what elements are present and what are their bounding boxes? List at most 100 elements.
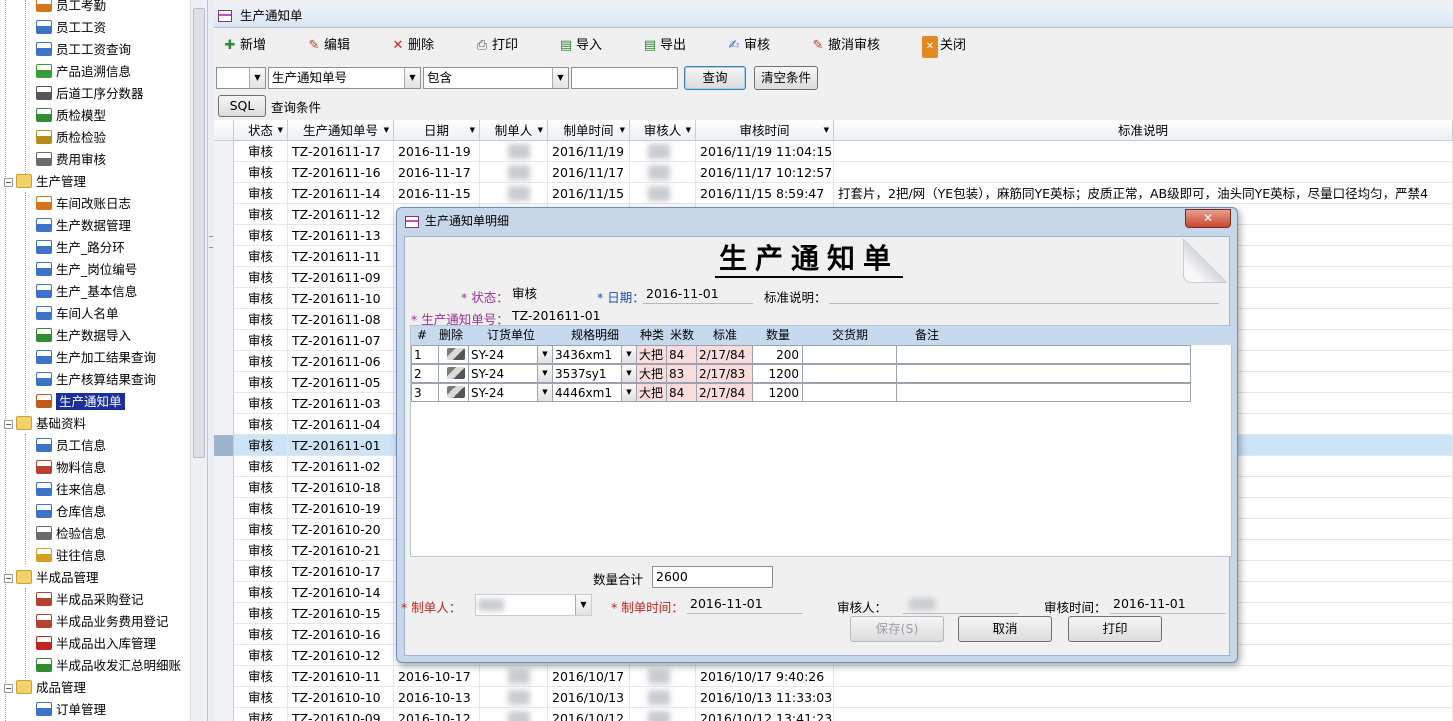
save-button[interactable]: 保存(S) — [850, 616, 944, 642]
chevron-down-icon[interactable]: ▼ — [621, 384, 636, 401]
dialog-print-button[interactable]: 打印 — [1068, 616, 1162, 642]
row-selector[interactable] — [214, 351, 234, 372]
detail-cell-kind[interactable]: 大把 — [637, 383, 667, 402]
cell-date[interactable]: 2016-11-15 — [394, 183, 480, 204]
tree-item[interactable]: 半成品出入库管理 — [36, 633, 156, 655]
row-selector[interactable] — [214, 162, 234, 183]
cell-status[interactable]: 审核 — [234, 204, 288, 225]
cell-status[interactable]: 审核 — [234, 582, 288, 603]
edit-button[interactable]: ✎ 编辑 — [306, 35, 350, 57]
row-selector[interactable] — [214, 330, 234, 351]
cell-auditor[interactable] — [630, 162, 696, 183]
cell-make-time[interactable]: 2016/10/12 — [548, 708, 630, 721]
audit-time-field[interactable]: 2016-11-01 — [1110, 594, 1226, 614]
cell-status[interactable]: 审核 — [234, 393, 288, 414]
print-button[interactable]: ⎙ 打印 — [474, 35, 518, 57]
row-selector[interactable] — [214, 309, 234, 330]
table-row[interactable]: 审核 TZ-201610-09 2016-10-12 2016/10/12 2016/1… — [214, 708, 1453, 721]
filter-value-input[interactable] — [571, 67, 678, 89]
detail-cell-idx[interactable]: 3 — [411, 383, 439, 402]
cell-note[interactable] — [834, 666, 1453, 687]
detail-cell-kind[interactable]: 大把 — [637, 345, 667, 364]
collapse-icon[interactable]: − — [4, 178, 13, 187]
tree-item[interactable]: − 半成品管理 — [4, 567, 99, 589]
cell-status[interactable]: 审核 — [234, 372, 288, 393]
tree-item[interactable]: 生产数据导入 — [36, 325, 131, 347]
cell-no[interactable]: TZ-201611-12 — [288, 204, 394, 225]
row-selector[interactable] — [214, 372, 234, 393]
column-header-maker[interactable]: 制单人 ▼ — [480, 120, 548, 141]
row-selector[interactable] — [214, 603, 234, 624]
cell-maker[interactable] — [480, 141, 548, 162]
cell-audit-time[interactable]: 2016/11/17 10:12:57 — [696, 162, 834, 183]
cell-status[interactable]: 审核 — [234, 183, 288, 204]
cell-no[interactable]: TZ-201611-01 — [288, 435, 394, 456]
field-select[interactable]: 生产通知单号 ▼ — [268, 67, 421, 89]
cell-maker[interactable] — [480, 666, 548, 687]
cell-auditor[interactable] — [630, 708, 696, 721]
cell-status[interactable]: 审核 — [234, 477, 288, 498]
cell-status[interactable]: 审核 — [234, 225, 288, 246]
collapse-icon[interactable]: − — [4, 574, 13, 583]
cell-audit-time[interactable]: 2016/10/12 13:41:23 — [696, 708, 834, 721]
detail-cell-spec[interactable]: 3436xm1 ▼ — [553, 345, 637, 364]
auditor-field[interactable] — [903, 594, 1019, 614]
cell-no[interactable]: TZ-201610-15 — [288, 603, 394, 624]
new-button[interactable]: ✚ 新增 — [222, 35, 266, 57]
cell-status[interactable]: 审核 — [234, 435, 288, 456]
cell-note[interactable]: 打套片，2把/网（YE包装），麻筋同YE英标；皮质正常，AB级即可，油头同YE英… — [834, 183, 1453, 204]
cell-no[interactable]: TZ-201611-09 — [288, 267, 394, 288]
row-selector[interactable] — [214, 456, 234, 477]
cell-status[interactable]: 审核 — [234, 414, 288, 435]
tree-item[interactable]: 车间人名单 — [36, 303, 119, 325]
detail-cell-remark[interactable] — [897, 383, 1191, 402]
unaudit-button[interactable]: ✎ 撤消审核 — [810, 35, 880, 57]
cell-status[interactable]: 审核 — [234, 519, 288, 540]
cell-make-time[interactable]: 2016/11/19 — [548, 141, 630, 162]
detail-cell-unit[interactable]: SY-24 ▼ — [469, 345, 553, 364]
cell-no[interactable]: TZ-201610-09 — [288, 708, 394, 721]
tree-item[interactable]: 费用审核 — [36, 149, 106, 171]
detail-cell-due[interactable] — [803, 383, 897, 402]
detail-cell-due[interactable] — [803, 364, 897, 383]
row-selector[interactable] — [214, 498, 234, 519]
clear-conditions-button[interactable]: 清空条件 — [754, 66, 818, 90]
tree-item[interactable]: 半成品采购登记 — [36, 589, 144, 611]
detail-cell-qty[interactable]: 1200 — [753, 383, 803, 402]
tree-item[interactable]: − 成品管理 — [4, 677, 86, 699]
cell-no[interactable]: TZ-201611-02 — [288, 456, 394, 477]
cell-no[interactable]: TZ-201611-03 — [288, 393, 394, 414]
column-header-auditor[interactable]: 审核人 ▼ — [630, 120, 696, 141]
filter-dropdown-icon[interactable]: ▼ — [278, 120, 283, 141]
row-selector[interactable] — [214, 624, 234, 645]
tree-scrollbar-thumb[interactable] — [193, 8, 205, 458]
cell-auditor[interactable] — [630, 183, 696, 204]
row-selector[interactable] — [214, 414, 234, 435]
cell-no[interactable]: TZ-201611-07 — [288, 330, 394, 351]
detail-cell-unit[interactable]: SY-24 ▼ — [469, 364, 553, 383]
tree-item[interactable]: 物料信息 — [36, 457, 106, 479]
cell-status[interactable]: 审核 — [234, 687, 288, 708]
cell-no[interactable]: TZ-201610-20 — [288, 519, 394, 540]
cell-auditor[interactable] — [630, 141, 696, 162]
cell-auditor[interactable] — [630, 687, 696, 708]
cell-status[interactable]: 审核 — [234, 540, 288, 561]
sql-button[interactable]: SQL — [218, 95, 266, 117]
column-header-make-time[interactable]: 制单时间 ▼ — [548, 120, 630, 141]
row-selector[interactable] — [214, 561, 234, 582]
table-row[interactable]: 审核 TZ-201611-14 2016-11-15 2016/11/15 2016/1… — [214, 183, 1453, 204]
detail-cell-unit[interactable]: SY-24 ▼ — [469, 383, 553, 402]
tree-item[interactable]: 订单管理 — [36, 699, 106, 721]
cell-no[interactable]: TZ-201610-10 — [288, 687, 394, 708]
tree-item[interactable]: 质检检验 — [36, 127, 106, 149]
maker-select[interactable]: ▼ — [475, 594, 592, 616]
cell-status[interactable]: 审核 — [234, 603, 288, 624]
table-row[interactable]: 审核 TZ-201611-16 2016-11-17 2016/11/17 2016/1… — [214, 162, 1453, 183]
cell-no[interactable]: TZ-201610-16 — [288, 624, 394, 645]
tree-item[interactable]: − 生产管理 — [4, 171, 86, 193]
cell-no[interactable]: TZ-201610-21 — [288, 540, 394, 561]
chevron-down-icon[interactable]: ▼ — [537, 346, 552, 363]
row-selector[interactable] — [214, 141, 234, 162]
cell-make-time[interactable]: 2016/10/17 — [548, 666, 630, 687]
detail-cell-spec[interactable]: 4446xm1 ▼ — [553, 383, 637, 402]
